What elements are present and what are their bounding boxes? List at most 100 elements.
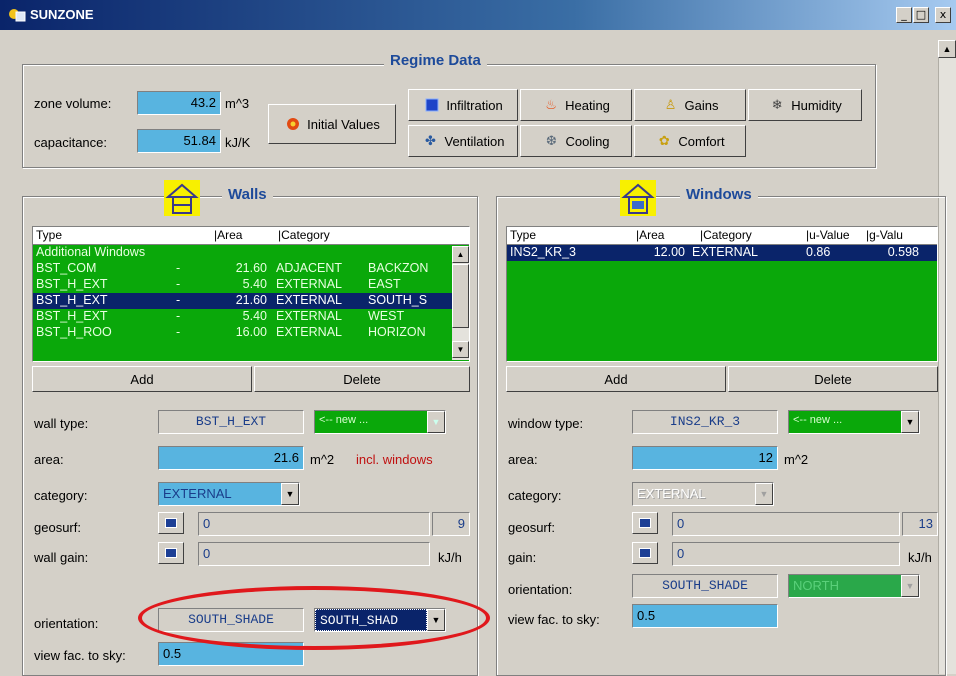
list-item-selected[interactable]: INS2_KR_3 12.00 EXTERNAL 0.86 0.598	[507, 245, 937, 261]
wall-category-select[interactable]: EXTERNAL ▼	[158, 482, 300, 506]
wall-type-label: wall type:	[34, 416, 89, 431]
col-type[interactable]: Type	[507, 227, 633, 244]
humidity-icon: ❄	[771, 97, 783, 113]
windows-list-header: Type |Area |Category |u-Value |g-Valu	[507, 227, 937, 245]
humidity-button[interactable]: ❄ Humidity	[748, 89, 862, 121]
infiltration-icon	[423, 97, 441, 113]
fan-icon: ✤	[425, 133, 436, 149]
wall-geosurf-count: 9	[432, 512, 470, 536]
wall-category-label: category:	[34, 488, 88, 503]
window-area-unit: m^2	[784, 452, 809, 467]
list-item[interactable]: Additional Windows	[33, 245, 469, 261]
col-area[interactable]: |Area	[633, 227, 697, 244]
chevron-down-icon: ▼	[901, 411, 919, 433]
window-view-fac-field[interactable]: 0.5	[632, 604, 778, 628]
window-title: SUNZONE	[30, 7, 94, 22]
wall-area-field[interactable]: 21.6	[158, 446, 304, 470]
minimize-button[interactable]: _	[896, 7, 912, 23]
wall-view-fac-label: view fac. to sky:	[34, 648, 126, 663]
regime-data-title: Regime Data	[384, 52, 487, 69]
comfort-button[interactable]: ✿ Comfort	[634, 125, 746, 157]
col-category[interactable]: |Category	[697, 227, 803, 244]
window-gain-unit: kJ/h	[908, 550, 932, 565]
wall-type-field[interactable]: BST_H_EXT	[158, 410, 304, 434]
list-item[interactable]: BST_COM -21.60 ADJACENT BACKZON	[33, 261, 469, 277]
window-geosurf-label: geosurf:	[508, 520, 555, 535]
close-button[interactable]: x	[935, 7, 951, 23]
window-geosurf-button[interactable]	[632, 512, 658, 534]
walls-add-button[interactable]: Add	[32, 366, 252, 392]
capacitance-field[interactable]: 51.84	[137, 129, 221, 153]
window-house-icon	[620, 180, 656, 216]
window-geosurf-count: 13	[902, 512, 938, 536]
window-area-field[interactable]: 12	[632, 446, 778, 470]
heating-button[interactable]: ♨ Heating	[520, 89, 632, 121]
window-geosurf-field[interactable]: 0	[672, 512, 900, 536]
window-orientation-label: orientation:	[508, 582, 573, 597]
ventilation-label: Ventilation	[444, 133, 505, 149]
maximize-button[interactable]: □	[913, 7, 929, 23]
chevron-down-icon: ▼	[427, 411, 445, 433]
wall-geosurf-button[interactable]	[158, 512, 184, 534]
col-area[interactable]: |Area	[211, 227, 275, 244]
infiltration-button[interactable]: Infiltration	[408, 89, 518, 121]
person-icon: ♙	[664, 97, 677, 113]
wall-orientation-label: orientation:	[34, 616, 99, 631]
walls-list-header: Type |Area |Category	[33, 227, 469, 245]
gains-label: Gains	[684, 97, 719, 113]
chevron-down-icon: ▼	[901, 575, 919, 597]
walls-title: Walls	[222, 186, 273, 203]
humidity-label: Humidity	[791, 97, 842, 113]
windows-list[interactable]: Type |Area |Category |u-Value |g-Valu IN…	[506, 226, 938, 362]
list-item-selected[interactable]: BST_H_EXT -21.60 EXTERNAL SOUTH_S	[33, 293, 469, 309]
wall-geosurf-label: geosurf:	[34, 520, 81, 535]
walls-scroll-up-icon[interactable]: ▲	[452, 246, 469, 263]
list-item[interactable]: BST_H_ROO -16.00 EXTERNAL HORIZON	[33, 325, 469, 341]
gain-icon	[639, 548, 651, 558]
initial-values-label: Initial Values	[307, 116, 380, 132]
windows-add-button[interactable]: Add	[506, 366, 726, 392]
col-g-value[interactable]: |g-Valu	[863, 227, 923, 244]
initial-values-button[interactable]: Initial Values	[268, 104, 396, 144]
walls-scroll-thumb[interactable]	[452, 264, 469, 328]
heating-label: Heating	[565, 97, 610, 113]
list-item[interactable]: BST_H_EXT -5.40 EXTERNAL EAST	[33, 277, 469, 293]
window-category-select: EXTERNAL ▼	[632, 482, 774, 506]
cooling-button[interactable]: ❆ Cooling	[520, 125, 632, 157]
window-type-field[interactable]: INS2_KR_3	[632, 410, 778, 434]
window-gain-button[interactable]	[632, 542, 658, 564]
window-orientation-field[interactable]: SOUTH_SHADE	[632, 574, 778, 598]
wall-gain-field[interactable]: 0	[198, 542, 430, 566]
chevron-down-icon: ▼	[755, 483, 773, 505]
window-area-label: area:	[508, 452, 538, 467]
col-category[interactable]: |Category	[275, 227, 375, 244]
wall-geosurf-field[interactable]: 0	[198, 512, 430, 536]
title-bar	[0, 0, 956, 30]
infiltration-label: Infiltration	[446, 97, 503, 113]
red-highlight-ellipse	[138, 586, 490, 650]
walls-scroll-down-icon[interactable]: ▼	[452, 341, 469, 358]
wall-gain-label: wall gain:	[34, 550, 89, 565]
wall-gain-button[interactable]	[158, 542, 184, 564]
ventilation-button[interactable]: ✤ Ventilation	[408, 125, 518, 157]
wall-type-select[interactable]: <-- new ... ▼	[314, 410, 446, 434]
col-type[interactable]: Type	[33, 227, 211, 244]
window-view-fac-label: view fac. to sky:	[508, 612, 600, 627]
windows-delete-button[interactable]: Delete	[728, 366, 938, 392]
cooling-label: Cooling	[565, 133, 610, 149]
snowflake-icon: ❆	[546, 133, 557, 149]
window-type-select[interactable]: <-- new ... ▼	[788, 410, 920, 434]
window-gain-label: gain:	[508, 550, 537, 565]
walls-delete-button[interactable]: Delete	[254, 366, 470, 392]
window-gain-field[interactable]: 0	[672, 542, 900, 566]
col-u-value[interactable]: |u-Value	[803, 227, 863, 244]
zone-volume-unit: m^3	[225, 96, 250, 111]
gain-icon	[165, 548, 177, 558]
gains-button[interactable]: ♙ Gains	[634, 89, 746, 121]
walls-list[interactable]: Type |Area |Category Additional Windows …	[32, 226, 470, 362]
list-item[interactable]: BST_H_EXT -5.40 EXTERNAL WEST	[33, 309, 469, 325]
window-category-label: category:	[508, 488, 562, 503]
scroll-up-arrow-icon[interactable]: ▲	[938, 40, 956, 58]
zone-volume-field[interactable]: 43.2	[137, 91, 221, 115]
comfort-icon: ✿	[658, 133, 670, 149]
